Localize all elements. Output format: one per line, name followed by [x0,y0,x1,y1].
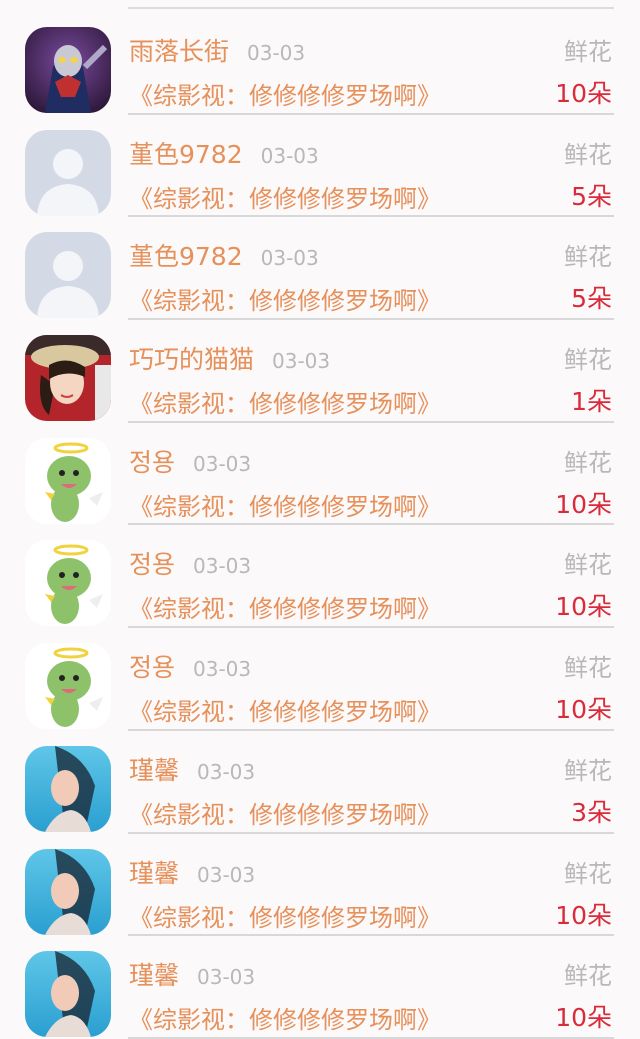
gift-count: 10朵 [555,1003,612,1033]
angel-dino-avatar-icon[interactable] [25,437,111,524]
date-label: 03-03 [272,349,331,374]
user-name[interactable]: 巧巧的猫猫 [129,345,254,374]
user-name[interactable]: 정용 [129,653,175,682]
gift-count: 1朵 [571,387,612,417]
date-label: 03-03 [247,41,306,65]
top-divider [0,0,640,10]
book-title-link[interactable]: 《综影视：修修修修罗场啊》 [129,898,441,933]
gift-count: 5朵 [571,181,612,211]
book-title-link[interactable]: 《综影视：修修修修罗场啊》 [129,692,441,727]
angel-dino-avatar-icon[interactable] [25,540,111,627]
list-item[interactable]: 瑾馨 03-03 鲜花 《综影视：修修修修罗场啊》 10朵 [0,832,640,937]
book-title-link[interactable]: 《综影视：修修修修罗场啊》 [129,589,441,624]
gift-count: 10朵 [555,900,612,930]
user-name[interactable]: 瑾馨 [129,961,179,990]
list-item[interactable]: 巧巧的猫猫 03-03 鲜花 《综影视：修修修修罗场啊》 1朵 [0,318,640,423]
date-label: 03-03 [193,657,252,682]
user-name[interactable]: 정용 [129,550,175,579]
user-name[interactable]: 堇色9782 [129,140,243,169]
book-title-link[interactable]: 《综影视：修修修修罗场啊》 [129,281,441,316]
angel-dino-avatar-icon[interactable] [25,643,111,730]
gift-count: 3朵 [571,797,612,827]
gift-count: 10朵 [555,695,612,725]
gift-type-label: 鲜花 [564,551,612,580]
date-label: 03-03 [197,965,256,990]
gift-type-label: 鲜花 [564,859,612,888]
user-name[interactable]: 瑾馨 [129,756,179,785]
gift-type-label: 鲜花 [564,654,612,683]
gift-type-label: 鲜花 [564,448,612,477]
book-title-link[interactable]: 《综影视：修修修修罗场啊》 [129,1000,441,1035]
list-item[interactable]: 정용 03-03 鲜花 《综影视：修修修修罗场啊》 10朵 [0,421,640,526]
user-name[interactable]: 瑾馨 [129,859,179,888]
list-item[interactable]: 堇色9782 03-03 鲜花 《综影视：修修修修罗场啊》 5朵 [0,215,640,321]
gift-type-label: 鲜花 [564,756,612,785]
book-title-link[interactable]: 《综影视：修修修修罗场啊》 [129,487,441,522]
underwater-girl-avatar-icon[interactable] [25,951,111,1038]
underwater-girl-avatar-icon[interactable] [25,848,111,935]
book-title-link[interactable]: 《综影视：修修修修罗场啊》 [129,384,441,419]
list-item[interactable]: 정용 03-03 鲜花 《综影视：修修修修罗场啊》 10朵 [0,626,640,731]
date-label: 03-03 [193,451,252,476]
gift-type-label: 鲜花 [564,140,612,169]
book-title-link[interactable]: 《综影视：修修修修罗场啊》 [129,795,441,830]
gift-record-list: 雨落长街 03-03 鲜花 《综影视：修修修修罗场啊》 10朵 堇色9782 03-… [0,10,640,1039]
date-label: 03-03 [260,246,319,271]
book-title-link[interactable]: 《综影视：修修修修罗场啊》 [129,179,441,214]
user-name[interactable]: 정용 [129,448,175,477]
gift-count: 10朵 [555,79,612,108]
date-label: 03-03 [260,143,319,168]
gift-type-label: 鲜花 [564,962,612,991]
user-name[interactable]: 雨落长街 [129,37,229,66]
list-item[interactable]: 堇色9782 03-03 鲜花 《综影视：修修修修罗场啊》 5朵 [0,113,640,218]
default-user-avatar-icon[interactable] [25,232,111,319]
list-item[interactable]: 瑾馨 03-03 鲜花 《综影视：修修修修罗场啊》 3朵 [0,729,640,834]
hero-avatar-icon[interactable] [25,27,111,113]
gift-count: 5朵 [571,284,612,314]
gift-type-label: 鲜花 [564,38,612,66]
default-user-avatar-icon[interactable] [25,129,111,216]
book-title-link[interactable]: 《综影视：修修修修罗场啊》 [129,76,441,111]
gift-count: 10朵 [555,489,612,519]
gift-type-label: 鲜花 [564,243,612,272]
list-item[interactable]: 정용 03-03 鲜花 《综影视：修修修修罗场啊》 10朵 [0,523,640,629]
date-label: 03-03 [193,554,252,579]
date-label: 03-03 [197,759,256,784]
list-item[interactable]: 雨落长街 03-03 鲜花 《综影视：修修修修罗场啊》 10朵 [0,10,640,115]
underwater-girl-avatar-icon[interactable] [25,745,111,832]
gift-count: 10朵 [555,592,612,622]
user-name[interactable]: 堇色9782 [129,242,243,271]
girl-hat-avatar-icon[interactable] [25,335,111,422]
gift-type-label: 鲜花 [564,346,612,375]
list-item[interactable]: 瑾馨 03-03 鲜花 《综影视：修修修修罗场啊》 10朵 [0,934,640,1039]
date-label: 03-03 [197,862,256,887]
